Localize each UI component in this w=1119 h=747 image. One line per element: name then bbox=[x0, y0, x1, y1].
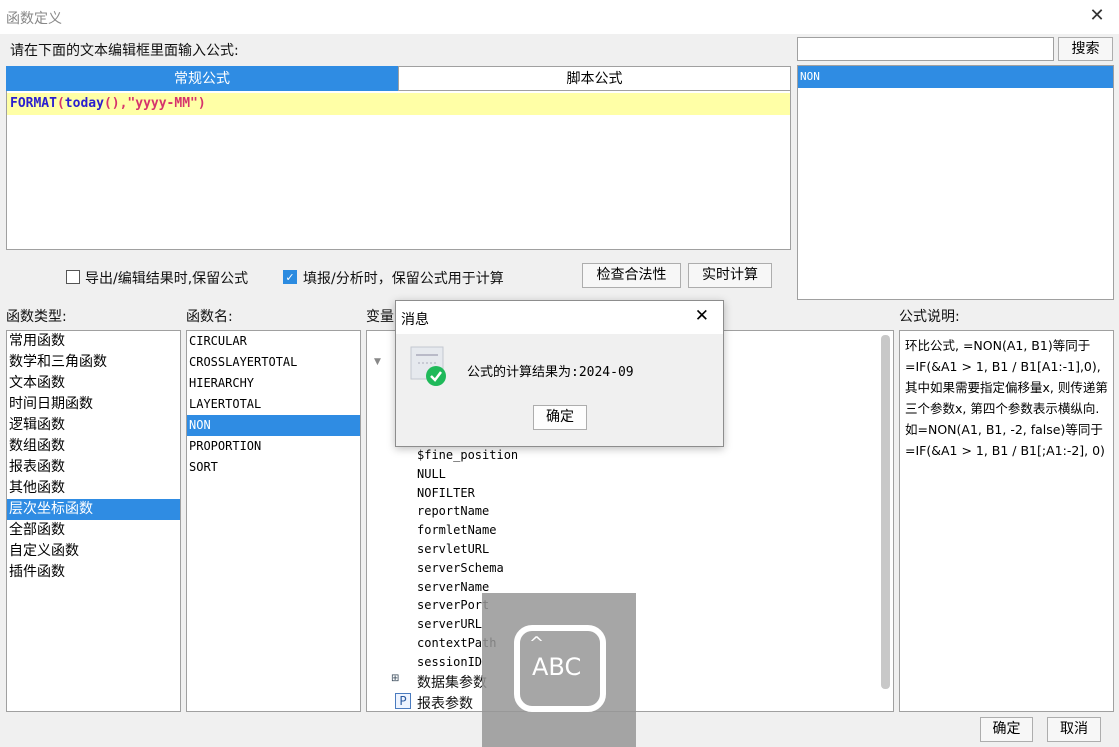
keep-on-fill-checkbox[interactable]: ✓ bbox=[283, 270, 297, 284]
function-name-item[interactable]: PROPORTION bbox=[187, 436, 360, 457]
description-heading: 公式说明: bbox=[899, 309, 960, 325]
ok-button[interactable]: 确定 bbox=[980, 717, 1033, 742]
ime-keyboard-icon: ^ ABC bbox=[514, 625, 606, 712]
close-icon[interactable]: ✕ bbox=[1087, 6, 1107, 26]
tab-script-formula[interactable]: 脚本公式 bbox=[398, 66, 791, 91]
realtime-calc-button[interactable]: 实时计算 bbox=[688, 263, 772, 288]
function-type-item[interactable]: 全部函数 bbox=[7, 520, 180, 541]
keep-on-export-label: 导出/编辑结果时,保留公式 bbox=[85, 271, 249, 287]
variable-item[interactable]: NOFILTER bbox=[417, 484, 717, 503]
variables-scrollbar[interactable] bbox=[881, 335, 890, 689]
keep-on-fill-label: 填报/分析时，保留公式用于计算 bbox=[303, 271, 504, 287]
function-name-list[interactable]: CIRCULAR CROSSLAYERTOTAL HIERARCHY LAYER… bbox=[186, 330, 361, 712]
function-type-item[interactable]: 自定义函数 bbox=[7, 541, 180, 562]
search-result-list[interactable]: NON bbox=[797, 65, 1114, 300]
function-name-item[interactable]: CROSSLAYERTOTAL bbox=[187, 352, 360, 373]
variable-item[interactable]: serverSchema bbox=[417, 559, 717, 578]
cancel-button[interactable]: 取消 bbox=[1047, 717, 1101, 742]
variable-item[interactable]: servletURL bbox=[417, 540, 717, 559]
editor-prompt: 请在下面的文本编辑框里面输入公式: bbox=[10, 43, 239, 59]
function-type-list[interactable]: 常用函数 数学和三角函数 文本函数 时间日期函数 逻辑函数 数组函数 报表函数 … bbox=[6, 330, 181, 712]
function-type-item[interactable]: 数组函数 bbox=[7, 436, 180, 457]
function-name-item[interactable]: HIERARCHY bbox=[187, 373, 360, 394]
variable-item[interactable]: formletName bbox=[417, 521, 717, 540]
search-result-item[interactable]: NON bbox=[798, 66, 1113, 88]
function-name-item[interactable]: SORT bbox=[187, 457, 360, 478]
function-type-item[interactable]: 逻辑函数 bbox=[7, 415, 180, 436]
ime-overlay: ^ ABC bbox=[482, 593, 636, 747]
dialog-close-icon[interactable]: ✕ bbox=[695, 306, 709, 326]
function-type-item[interactable]: 文本函数 bbox=[7, 373, 180, 394]
function-type-item[interactable]: 数学和三角函数 bbox=[7, 352, 180, 373]
check-validity-button[interactable]: 检查合法性 bbox=[582, 263, 681, 288]
keep-on-export-checkbox[interactable] bbox=[66, 270, 80, 284]
dialog-ok-button[interactable]: 确定 bbox=[533, 405, 587, 430]
dialog-title: 消息 bbox=[401, 312, 429, 328]
window-title: 函数定义 bbox=[6, 11, 62, 27]
formula-paren: ( bbox=[56, 96, 65, 111]
variable-item[interactable]: reportName bbox=[417, 502, 717, 521]
message-dialog: 消息 ✕ 公式的计算结果为:2024-09 确定 bbox=[395, 300, 724, 447]
tree-expand-icon[interactable]: ▼ bbox=[374, 357, 381, 367]
function-name-item[interactable]: NON bbox=[187, 415, 360, 436]
tab-regular-formula[interactable]: 常规公式 bbox=[6, 66, 398, 91]
description-panel: 环比公式, =NON(A1, B1)等同于=IF(&A1 > 1, B1 / B… bbox=[899, 330, 1114, 712]
report-param-icon: P bbox=[395, 693, 411, 709]
function-name-item[interactable]: LAYERTOTAL bbox=[187, 394, 360, 415]
function-type-item[interactable]: 层次坐标函数 bbox=[7, 499, 180, 520]
search-input[interactable] bbox=[797, 37, 1054, 61]
search-button[interactable]: 搜索 bbox=[1058, 37, 1113, 61]
variable-item[interactable]: NULL bbox=[417, 465, 717, 484]
dialog-title-bar: 消息 ✕ bbox=[396, 301, 723, 334]
dialog-message: 公式的计算结果为:2024-09 bbox=[467, 365, 634, 380]
formula-paren: (), bbox=[103, 96, 128, 111]
function-type-item[interactable]: 时间日期函数 bbox=[7, 394, 180, 415]
function-name-item[interactable]: CIRCULAR bbox=[187, 331, 360, 352]
title-bar: 函数定义 ✕ bbox=[0, 0, 1119, 34]
variable-item[interactable]: $fine_position bbox=[417, 446, 717, 465]
chevron-up-icon: ^ bbox=[529, 633, 545, 654]
formula-editor[interactable]: FORMAT(today(),"yyyy-MM") bbox=[6, 91, 791, 250]
success-icon bbox=[410, 346, 446, 388]
report-param-group[interactable]: 报表参数 bbox=[417, 693, 473, 711]
function-type-heading: 函数类型: bbox=[6, 309, 67, 325]
function-type-item[interactable]: 插件函数 bbox=[7, 562, 180, 583]
formula-arg-format: "yyyy-MM" bbox=[127, 96, 198, 111]
dataset-param-group[interactable]: 数据集参数 bbox=[417, 672, 487, 692]
function-type-item[interactable]: 常用函数 bbox=[7, 331, 180, 352]
formula-arg-today: today bbox=[64, 96, 104, 111]
ime-label: ABC bbox=[532, 653, 582, 681]
function-name-heading: 函数名: bbox=[186, 309, 233, 325]
formula-line[interactable]: FORMAT(today(),"yyyy-MM") bbox=[7, 93, 790, 115]
formula-paren: ) bbox=[197, 96, 206, 111]
dataset-param-icon: ⊞ bbox=[391, 673, 400, 684]
function-type-item[interactable]: 报表函数 bbox=[7, 457, 180, 478]
function-type-item[interactable]: 其他函数 bbox=[7, 478, 180, 499]
formula-function: FORMAT bbox=[10, 96, 57, 111]
variables-heading: 变量 bbox=[366, 309, 394, 325]
